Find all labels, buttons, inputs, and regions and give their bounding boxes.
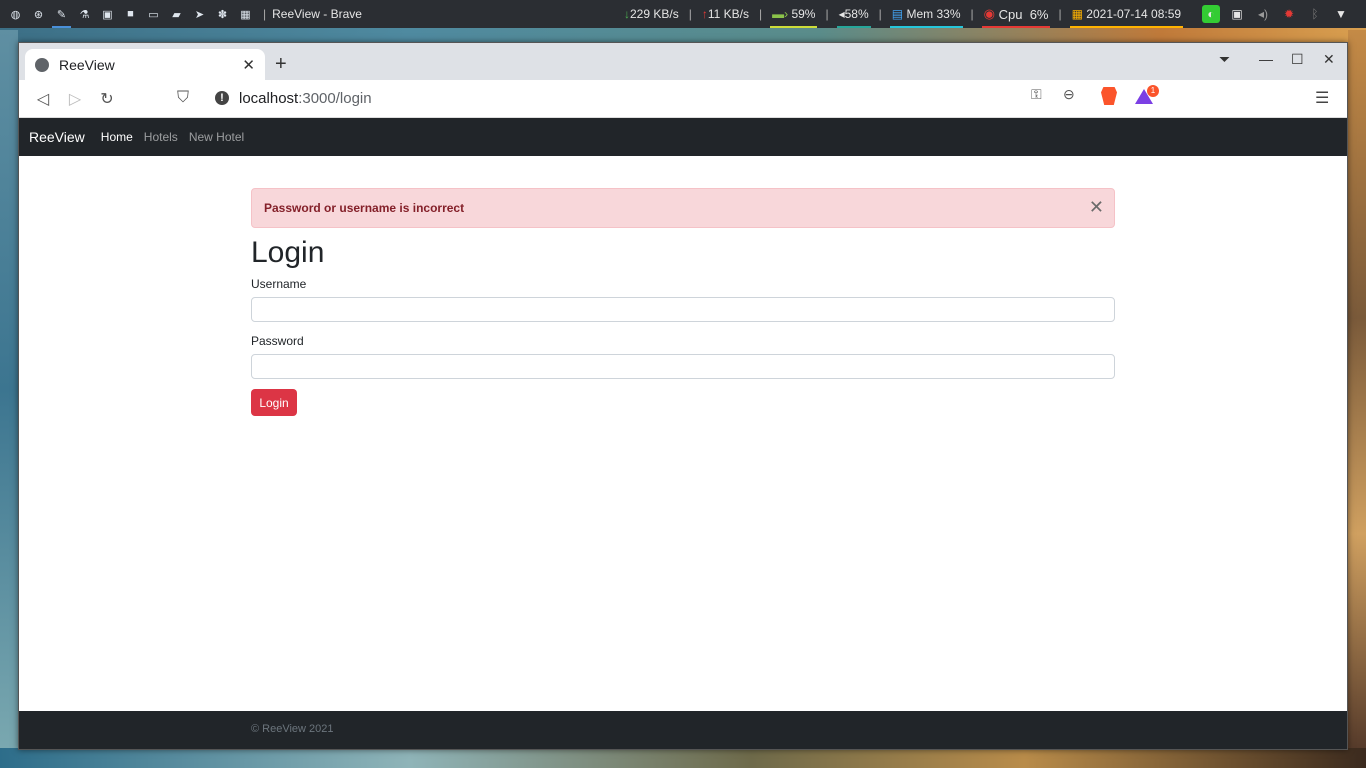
reload-icon[interactable]: ↻ (97, 89, 117, 109)
net-up-stat[interactable]: ↑ 11 KB/s (698, 0, 753, 28)
password-label: Password (251, 334, 304, 348)
screenshot-tray-icon[interactable]: ▣ (1228, 5, 1246, 23)
bug-tray-icon[interactable]: ✹ (1280, 5, 1298, 23)
error-alert: Password or username is incorrect ✕ (251, 188, 1115, 228)
globe-icon[interactable]: ◍ (4, 0, 27, 28)
new-tab-icon[interactable]: + (275, 53, 287, 76)
wallpaper-left (0, 30, 18, 750)
flask-icon[interactable]: ⚗ (73, 0, 96, 28)
image-icon[interactable]: ▣ (96, 0, 119, 28)
info-icon[interactable]: ! (215, 91, 229, 105)
net-down-stat[interactable]: ↓ 229 KB/s (620, 0, 683, 28)
cpu-stat[interactable]: ◉ Cpu 6% (980, 0, 1053, 28)
paw-icon[interactable]: ✽ (211, 0, 234, 28)
memory-icon: ▤ (891, 7, 904, 21)
panel-separator: | (825, 7, 829, 21)
tab-reeview[interactable]: ReeView ✕ (25, 49, 265, 80)
login-button[interactable]: Login (251, 389, 297, 416)
volume-tray-icon[interactable]: ◂) (1254, 5, 1272, 23)
panel-separator: | (758, 7, 763, 21)
username-field[interactable] (251, 297, 1115, 322)
tab-search-icon[interactable]: ⏷ (1219, 51, 1230, 68)
panel-separator: | (878, 7, 882, 21)
browser-window: ReeView ✕ + ⏷ — ☐ ✕ ◁ ▷ ↻ ⛉ ! localhost:… (18, 42, 1348, 750)
address-bar[interactable]: ! localhost:3000/login (207, 85, 1167, 113)
dropper-icon[interactable]: ✎ (50, 0, 73, 28)
key-icon[interactable]: ⚿ (1031, 86, 1042, 103)
nav-home[interactable]: Home (101, 130, 133, 144)
panel-separator: | (688, 7, 692, 21)
panel-separator: | (970, 7, 974, 21)
web-page: ReeView Home Hotels New Hotel Password o… (19, 118, 1347, 749)
zoom-out-icon[interactable]: ⊖ (1063, 86, 1075, 103)
password-field[interactable] (251, 354, 1115, 379)
laptop-icon[interactable]: ▭ (142, 0, 165, 28)
forward-icon[interactable]: ▷ (65, 89, 85, 109)
memory-value: Mem 33% (906, 7, 961, 21)
username-label: Username (251, 277, 307, 291)
tab-strip: ReeView ✕ + ⏷ — ☐ ✕ (19, 43, 1347, 80)
app-tray-icon[interactable]: ◐ (1202, 5, 1220, 23)
panel-separator: | (1058, 7, 1062, 21)
volume-stat[interactable]: ◂ 58% (835, 0, 873, 28)
url-host: localhost (239, 90, 299, 107)
folder-icon[interactable]: ▰ (165, 0, 188, 28)
calendar-icon: ▦ (1071, 7, 1083, 21)
clock-stat[interactable]: ▦ 2021-07-14 08:59 (1068, 0, 1185, 28)
grid-icon[interactable]: ▦ (234, 0, 257, 28)
cpu-value: 6% (1029, 6, 1049, 22)
tab-title: ReeView (59, 56, 115, 73)
telegram-icon[interactable]: ➤ (188, 0, 211, 28)
net-down-value: 229 KB/s (630, 7, 679, 21)
bookmark-icon[interactable]: ⛉ (173, 89, 193, 107)
close-alert-icon[interactable]: ✕ (1089, 197, 1104, 218)
bluetooth-tray-icon[interactable]: ᛒ (1306, 5, 1324, 23)
system-tray: ◐ ▣ ◂) ✹ ᛒ ▼ (1202, 0, 1350, 28)
rewards-badge: 1 (1147, 85, 1159, 97)
clock-value: 2021-07-14 08:59 (1086, 7, 1182, 21)
nav-new-hotel[interactable]: New Hotel (189, 130, 244, 144)
video-icon[interactable]: ■ (119, 0, 142, 28)
net-up-value: 11 KB/s (707, 7, 749, 21)
url-path: :3000/login (298, 90, 372, 107)
globe-favicon-icon (35, 57, 49, 72)
nav-hotels[interactable]: Hotels (144, 130, 178, 144)
close-tab-icon[interactable]: ✕ (242, 56, 255, 74)
footer-copyright: © ReeView 2021 (251, 723, 334, 735)
wallpaper-bottom (0, 748, 1366, 768)
active-window-title[interactable]: ReeView - Brave (272, 7, 362, 21)
site-brand[interactable]: ReeView (29, 129, 85, 145)
url-text[interactable]: localhost:3000/login (239, 90, 372, 107)
wifi-tray-icon[interactable]: ▼ (1332, 5, 1350, 23)
wallpaper-right (1348, 30, 1366, 750)
minimize-icon[interactable]: — (1259, 51, 1273, 67)
battery-icon: ▬› (772, 7, 789, 21)
compass-icon[interactable]: ⊛ (27, 0, 50, 28)
panel-separator: | (263, 7, 267, 21)
hamburger-menu-icon[interactable]: ☰ (1315, 88, 1329, 108)
back-icon[interactable]: ◁ (33, 89, 53, 109)
cpu-icon: ◉ (983, 6, 995, 21)
maximize-icon[interactable]: ☐ (1291, 51, 1304, 68)
error-alert-text: Password or username is incorrect (264, 201, 465, 215)
panel-stats: ↓ 229 KB/s | ↑ 11 KB/s | ▬› 59% | ◂ 58% | ▤… (620, 0, 1185, 28)
launcher-bar: ◍ ⊛ ✎ ⚗ ▣ ■ ▭ ▰ ➤ ✽ ▦ (0, 0, 257, 28)
site-footer: © ReeView 2021 (19, 711, 1347, 749)
battery-stat[interactable]: ▬› 59% (768, 0, 819, 28)
cpu-label: Cpu (998, 6, 1023, 22)
volume-value: 58% (844, 7, 869, 21)
page-title: Login (251, 236, 325, 269)
system-panel: ◍ ⊛ ✎ ⚗ ▣ ■ ▭ ▰ ➤ ✽ ▦ | ReeView - Brave … (0, 0, 1366, 28)
browser-toolbar: ◁ ▷ ↻ ⛉ ! localhost:3000/login ⚿ ⊖ 1 ☰ (19, 80, 1347, 118)
memory-stat[interactable]: ▤ Mem 33% (888, 0, 965, 28)
battery-value: 59% (791, 7, 816, 21)
close-window-icon[interactable]: ✕ (1323, 51, 1335, 68)
site-navbar: ReeView Home Hotels New Hotel (19, 118, 1347, 156)
